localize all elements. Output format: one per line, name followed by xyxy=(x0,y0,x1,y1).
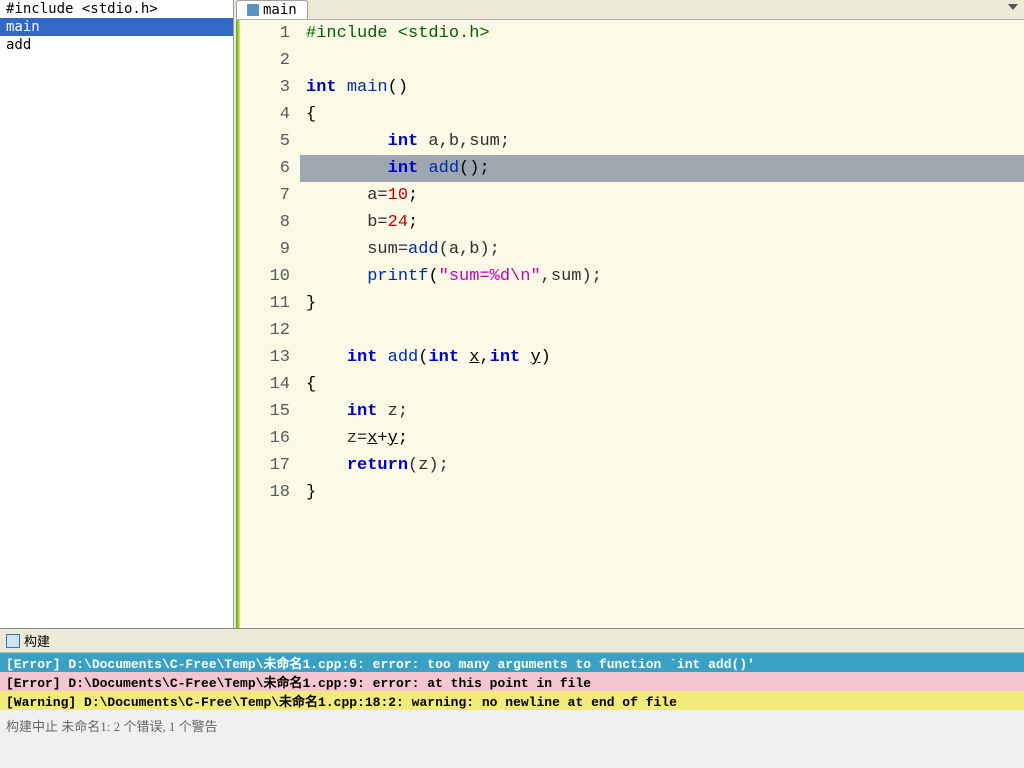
build-message[interactable]: [Warning] D:\Documents\C-Free\Temp\未命名1.… xyxy=(0,691,1024,710)
tab-dropdown-icon[interactable] xyxy=(1008,4,1018,10)
line-number: 8 xyxy=(240,209,300,236)
code-content[interactable]: int add(int x,int y) xyxy=(300,344,1024,371)
tab-label: main xyxy=(263,2,297,18)
code-line[interactable]: 4{ xyxy=(240,101,1024,128)
code-line[interactable]: 8 b=24; xyxy=(240,209,1024,236)
outline-item[interactable]: main xyxy=(0,18,233,36)
code-content[interactable] xyxy=(300,317,1024,344)
line-number: 5 xyxy=(240,128,300,155)
outline-item[interactable]: add xyxy=(0,36,233,54)
build-icon xyxy=(6,634,20,648)
line-number: 2 xyxy=(240,47,300,74)
line-number: 4 xyxy=(240,101,300,128)
line-number: 3 xyxy=(240,74,300,101)
line-number: 11 xyxy=(240,290,300,317)
code-content[interactable]: int z; xyxy=(300,398,1024,425)
code-area[interactable]: 1#include <stdio.h>23int main()4{5 int a… xyxy=(240,20,1024,628)
code-content[interactable]: sum=add(a,b); xyxy=(300,236,1024,263)
build-message[interactable]: [Error] D:\Documents\C-Free\Temp\未命名1.cp… xyxy=(0,672,1024,691)
build-panel-header[interactable]: 构建 xyxy=(0,629,1024,653)
code-content[interactable]: { xyxy=(300,371,1024,398)
outline-item[interactable]: #include <stdio.h> xyxy=(0,0,233,18)
code-line[interactable]: 15 int z; xyxy=(240,398,1024,425)
build-panel-title: 构建 xyxy=(24,631,50,650)
line-number: 15 xyxy=(240,398,300,425)
code-line[interactable]: 18} xyxy=(240,479,1024,506)
code-content[interactable]: { xyxy=(300,101,1024,128)
code-content[interactable]: int main() xyxy=(300,74,1024,101)
code-line[interactable]: 14{ xyxy=(240,371,1024,398)
code-line[interactable]: 3int main() xyxy=(240,74,1024,101)
line-number: 9 xyxy=(240,236,300,263)
code-line[interactable]: 9 sum=add(a,b); xyxy=(240,236,1024,263)
code-content[interactable] xyxy=(300,47,1024,74)
code-content[interactable]: #include <stdio.h> xyxy=(300,20,1024,47)
outline-sidebar: #include <stdio.h>mainadd xyxy=(0,0,234,628)
line-number: 17 xyxy=(240,452,300,479)
line-number: 18 xyxy=(240,479,300,506)
line-number: 6 xyxy=(240,155,300,182)
code-line[interactable]: 2 xyxy=(240,47,1024,74)
code-content[interactable]: } xyxy=(300,290,1024,317)
code-content[interactable]: int a,b,sum; xyxy=(300,128,1024,155)
code-line[interactable]: 1#include <stdio.h> xyxy=(240,20,1024,47)
code-content[interactable]: b=24; xyxy=(300,209,1024,236)
code-line[interactable]: 11} xyxy=(240,290,1024,317)
code-content[interactable]: return(z); xyxy=(300,452,1024,479)
build-message[interactable]: [Error] D:\Documents\C-Free\Temp\未命名1.cp… xyxy=(0,653,1024,672)
code-content[interactable]: int add(); xyxy=(300,155,1024,182)
line-number: 12 xyxy=(240,317,300,344)
line-number: 7 xyxy=(240,182,300,209)
build-panel: 构建 [Error] D:\Documents\C-Free\Temp\未命名1… xyxy=(0,628,1024,768)
line-number: 1 xyxy=(240,20,300,47)
line-number: 13 xyxy=(240,344,300,371)
line-number: 16 xyxy=(240,425,300,452)
file-icon xyxy=(247,4,259,16)
code-line[interactable]: 6 int add(); xyxy=(240,155,1024,182)
code-editor[interactable]: 1#include <stdio.h>23int main()4{5 int a… xyxy=(236,20,1024,628)
line-number: 14 xyxy=(240,371,300,398)
code-line[interactable]: 17 return(z); xyxy=(240,452,1024,479)
build-summary: 构建中止 未命名1: 2 个错误, 1 个警告 xyxy=(0,710,1024,741)
tab-main[interactable]: main xyxy=(236,0,308,19)
code-line[interactable]: 7 a=10; xyxy=(240,182,1024,209)
code-content[interactable]: } xyxy=(300,479,1024,506)
code-content[interactable]: z=x+y; xyxy=(300,425,1024,452)
code-line[interactable]: 5 int a,b,sum; xyxy=(240,128,1024,155)
code-line[interactable]: 12 xyxy=(240,317,1024,344)
code-line[interactable]: 13 int add(int x,int y) xyxy=(240,344,1024,371)
code-line[interactable]: 10 printf("sum=%d\n",sum); xyxy=(240,263,1024,290)
code-content[interactable]: printf("sum=%d\n",sum); xyxy=(300,263,1024,290)
tab-strip: main xyxy=(236,0,1024,20)
code-content[interactable]: a=10; xyxy=(300,182,1024,209)
code-line[interactable]: 16 z=x+y; xyxy=(240,425,1024,452)
build-messages: [Error] D:\Documents\C-Free\Temp\未命名1.cp… xyxy=(0,653,1024,710)
line-number: 10 xyxy=(240,263,300,290)
